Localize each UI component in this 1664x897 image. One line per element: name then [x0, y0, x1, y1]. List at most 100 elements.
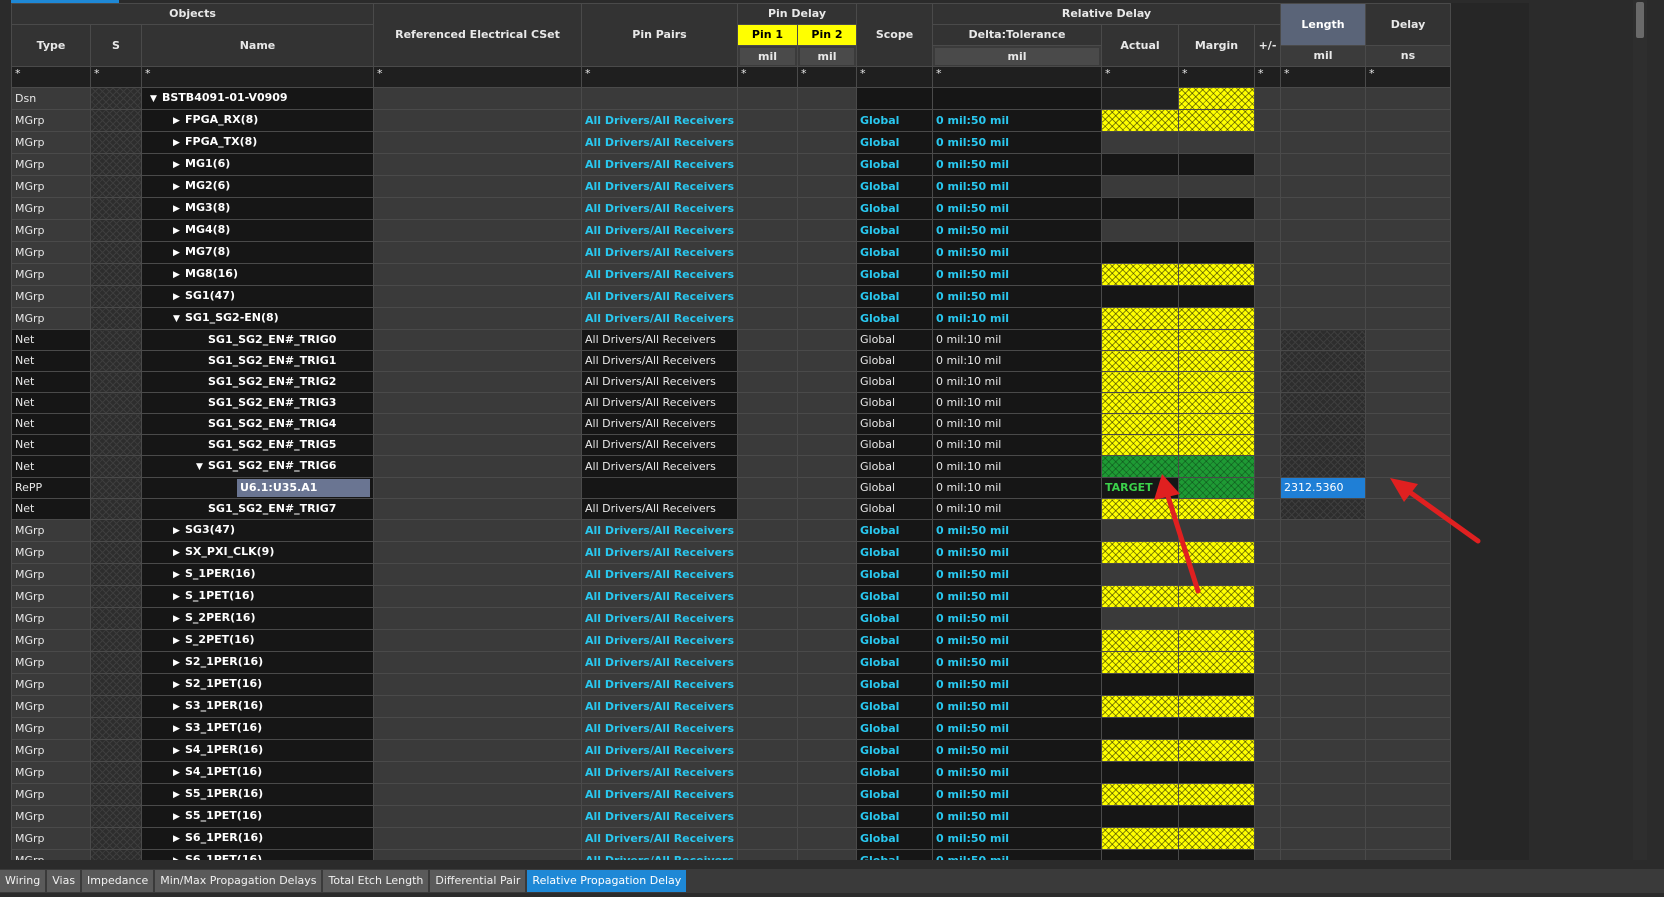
pin2-cell[interactable] [797, 651, 857, 674]
table-row[interactable]: MGrp ▶ S5_1PER(16) All Drivers/All Receiver… [11, 783, 1451, 806]
expand-right-icon[interactable]: ▶ [173, 265, 185, 285]
pin2-cell[interactable] [797, 739, 857, 762]
delay-cell[interactable] [1365, 455, 1451, 478]
s-cell[interactable] [90, 197, 142, 220]
pin-pairs-cell[interactable]: All Drivers/All Receivers [581, 285, 738, 308]
expand-right-icon[interactable]: ▶ [173, 221, 185, 241]
table-row[interactable]: Net SG1_SG2_EN#_TRIG3 All Drivers/All Rece… [11, 392, 1451, 414]
length-cell[interactable] [1280, 519, 1366, 542]
pin2-cell[interactable] [797, 307, 857, 330]
pin1-cell[interactable] [737, 695, 798, 718]
delta-tolerance-cell[interactable]: 0 mil:10 mil [932, 455, 1102, 478]
delay-cell[interactable] [1365, 629, 1451, 652]
scope-cell[interactable]: Global [856, 519, 933, 542]
ref-cset-cell[interactable] [373, 434, 582, 456]
length-cell[interactable] [1280, 673, 1366, 696]
s-cell[interactable] [90, 455, 142, 478]
scope-cell[interactable]: Global [856, 739, 933, 762]
pin2-cell[interactable] [797, 717, 857, 740]
delay-cell[interactable] [1365, 805, 1451, 828]
pin1-cell[interactable] [737, 541, 798, 564]
length-cell[interactable] [1280, 563, 1366, 586]
pin2-cell[interactable] [797, 563, 857, 586]
name-cell[interactable]: ▶ MG1(6) [141, 153, 374, 176]
ref-cset-cell[interactable] [373, 307, 582, 330]
pin2-cell[interactable] [797, 607, 857, 630]
pin2-cell[interactable] [797, 371, 857, 393]
delta-tolerance-cell[interactable]: 0 mil:50 mil [932, 563, 1102, 586]
s-cell[interactable] [90, 805, 142, 828]
pin1-cell[interactable] [737, 783, 798, 806]
ref-cset-cell[interactable] [373, 651, 582, 674]
delay-cell[interactable] [1365, 827, 1451, 850]
ref-cset-cell[interactable] [373, 519, 582, 542]
pin-pairs-cell[interactable]: All Drivers/All Receivers [581, 827, 738, 850]
table-row[interactable]: Net SG1_SG2_EN#_TRIG2 All Drivers/All Rece… [11, 371, 1451, 393]
tab-vias[interactable]: Vias [47, 870, 81, 892]
collapse-down-icon[interactable]: ▼ [150, 89, 162, 109]
delta-tolerance-cell[interactable]: 0 mil:50 mil [932, 717, 1102, 740]
length-cell[interactable] [1280, 695, 1366, 718]
name-header[interactable]: Name [141, 24, 374, 67]
delta-tolerance-cell[interactable]: 0 mil:50 mil [932, 629, 1102, 652]
pin1-cell[interactable] [737, 392, 798, 414]
table-row[interactable]: Net ▼ SG1_SG2_EN#_TRIG6 All Drivers/All Rec… [11, 455, 1451, 478]
scope-cell[interactable]: Global [856, 607, 933, 630]
pin1-cell[interactable] [737, 827, 798, 850]
delay-cell[interactable] [1365, 263, 1451, 286]
scope-cell[interactable]: Global [856, 783, 933, 806]
delay-cell[interactable] [1365, 285, 1451, 308]
vertical-scrollbar[interactable] [1633, 0, 1647, 860]
pin-pairs-cell[interactable]: All Drivers/All Receivers [581, 761, 738, 784]
length-cell[interactable] [1280, 434, 1366, 456]
name-cell[interactable]: ▶ S4_1PET(16) [141, 761, 374, 784]
name-cell[interactable]: U6.1:U35.A1 [141, 477, 374, 499]
length-cell[interactable] [1280, 307, 1366, 330]
length-cell[interactable] [1280, 285, 1366, 308]
expand-right-icon[interactable]: ▶ [173, 697, 185, 717]
filter-cell[interactable]: * [797, 66, 857, 88]
ref-cset-cell[interactable] [373, 350, 582, 372]
name-cell[interactable]: SG1_SG2_EN#_TRIG2 [141, 371, 374, 393]
s-cell[interactable] [90, 541, 142, 564]
expand-right-icon[interactable]: ▶ [173, 829, 185, 849]
pin2-cell[interactable] [797, 585, 857, 608]
filter-cell[interactable]: * [737, 66, 798, 88]
delta-tolerance-cell[interactable]: 0 mil:50 mil [932, 761, 1102, 784]
pin1-cell[interactable] [737, 263, 798, 286]
tab-min-max-propagation-delays[interactable]: Min/Max Propagation Delays [155, 870, 322, 892]
table-row[interactable]: MGrp ▶ S2_1PET(16) All Drivers/All Receiver… [11, 673, 1451, 696]
pin-pairs-cell[interactable]: All Drivers/All Receivers [581, 585, 738, 608]
pin2-cell[interactable] [797, 175, 857, 198]
s-cell[interactable] [90, 241, 142, 264]
pin1-cell[interactable] [737, 739, 798, 762]
ref-cset-cell[interactable] [373, 241, 582, 264]
scope-cell[interactable]: Global [856, 761, 933, 784]
table-row[interactable]: MGrp ▶ MG7(8) All Drivers/All Receivers Glob… [11, 241, 1451, 264]
s-cell[interactable] [90, 329, 142, 351]
scope-header[interactable]: Scope [856, 3, 933, 67]
ref-cset-cell[interactable] [373, 197, 582, 220]
expand-right-icon[interactable]: ▶ [173, 587, 185, 607]
pin-pairs-cell[interactable]: All Drivers/All Receivers [581, 519, 738, 542]
pin1-cell[interactable] [737, 519, 798, 542]
s-cell[interactable] [90, 783, 142, 806]
delta-tolerance-cell[interactable]: 0 mil:50 mil [932, 805, 1102, 828]
scope-cell[interactable]: Global [856, 350, 933, 372]
tab-relative-propagation-delay[interactable]: Relative Propagation Delay [527, 870, 687, 892]
pin-pairs-cell[interactable]: All Drivers/All Receivers [581, 371, 738, 393]
table-row[interactable]: MGrp ▶ SG1(47) All Drivers/All Receivers Glo… [11, 285, 1451, 308]
delta-tolerance-cell[interactable]: 0 mil:50 mil [932, 739, 1102, 762]
pin-pairs-cell[interactable]: All Drivers/All Receivers [581, 175, 738, 198]
delay-cell[interactable] [1365, 329, 1451, 351]
scope-cell[interactable]: Global [856, 695, 933, 718]
name-cell[interactable]: ▶ S2_1PET(16) [141, 673, 374, 696]
name-cell[interactable]: SG1_SG2_EN#_TRIG7 [141, 498, 374, 520]
pin1-cell[interactable] [737, 153, 798, 176]
pin1-cell[interactable] [737, 629, 798, 652]
name-cell[interactable]: ▶ FPGA_TX(8) [141, 131, 374, 154]
table-row[interactable]: MGrp ▶ S3_1PET(16) All Drivers/All Receiver… [11, 717, 1451, 740]
table-row[interactable]: MGrp ▶ MG4(8) All Drivers/All Receivers Glob… [11, 219, 1451, 242]
s-cell[interactable] [90, 350, 142, 372]
length-cell[interactable] [1280, 717, 1366, 740]
